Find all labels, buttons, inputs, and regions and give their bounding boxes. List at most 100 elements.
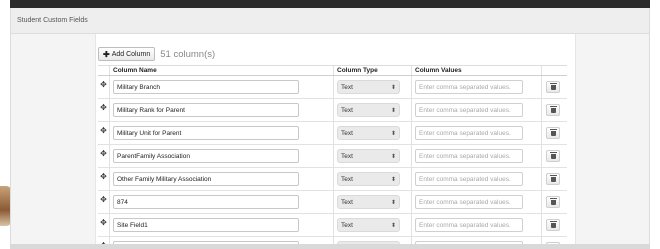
values-cell (412, 122, 542, 144)
type-cell: Text ⬍ (334, 122, 412, 144)
table-row: ✥ Text ⬍ (98, 145, 567, 168)
add-column-button[interactable]: ✚ Add Column (98, 47, 156, 61)
move-icon[interactable]: ✥ (98, 191, 110, 213)
header-column-values: Column Values (412, 66, 542, 75)
column-values-input[interactable] (415, 149, 523, 163)
column-name-input[interactable] (113, 195, 299, 209)
column-type-select[interactable]: Text ⬍ (337, 80, 400, 94)
type-cell: Text ⬍ (334, 99, 412, 121)
column-values-input[interactable] (415, 103, 523, 117)
column-name-input[interactable] (113, 149, 299, 163)
table-row: ✥ Text ⬍ (98, 191, 567, 214)
column-values-input[interactable] (415, 218, 523, 232)
delete-column-button[interactable] (546, 81, 560, 93)
column-name-input[interactable] (113, 103, 299, 117)
actions-cell (542, 122, 567, 144)
delete-column-button[interactable] (546, 127, 560, 139)
updown-caret-icon: ⬍ (390, 107, 396, 114)
column-type-select[interactable]: Text ⬍ (337, 149, 400, 163)
values-cell (412, 237, 542, 244)
table-row: ✥ Text ⬍ (98, 76, 567, 99)
type-cell: ⬍ (334, 237, 412, 244)
actions-cell (542, 214, 567, 236)
type-cell: Text ⬍ (334, 168, 412, 190)
columns-panel: ✚ Add Column 51 column(s) Column Name Co… (95, 34, 576, 244)
column-name-input[interactable] (113, 218, 299, 232)
trash-icon (549, 220, 557, 228)
move-icon[interactable]: ✥ (98, 168, 110, 190)
column-values-input[interactable] (415, 126, 523, 140)
type-cell: Text ⬍ (334, 145, 412, 167)
updown-caret-icon: ⬍ (390, 130, 396, 137)
name-cell (110, 191, 334, 213)
actions-cell (542, 99, 567, 121)
table-row: ✥ Text ⬍ (98, 214, 567, 237)
trash-icon (549, 128, 557, 136)
move-icon[interactable]: ✥ (98, 99, 110, 121)
plus-icon: ✚ (103, 49, 110, 59)
values-cell (412, 145, 542, 167)
table-row: ✥ Text ⬍ (98, 168, 567, 191)
actions-cell (542, 76, 567, 98)
table-row: ✥ Text ⬍ (98, 99, 567, 122)
type-cell: Text ⬍ (334, 76, 412, 98)
name-cell (110, 168, 334, 190)
updown-caret-icon: ⬍ (390, 222, 396, 229)
column-count: 51 column(s) (160, 48, 216, 60)
column-type-select[interactable]: Text ⬍ (337, 218, 400, 232)
column-values-input[interactable] (415, 80, 523, 94)
name-cell (110, 237, 334, 244)
move-icon[interactable]: ✥ (98, 145, 110, 167)
delete-column-button[interactable] (546, 150, 560, 162)
column-name-input[interactable] (113, 172, 299, 186)
type-cell: Text ⬍ (334, 191, 412, 213)
trash-icon (549, 174, 557, 182)
window-bottom-edge (10, 244, 650, 249)
header-actions (542, 66, 567, 75)
top-bar (10, 0, 650, 8)
move-icon[interactable]: ✥ (98, 122, 110, 144)
window-title: Student Custom Fields (11, 8, 649, 34)
table-row: ✥ Text ⬍ (98, 122, 567, 145)
column-name-input[interactable] (113, 80, 299, 94)
values-cell (412, 214, 542, 236)
move-icon[interactable]: ✥ (98, 76, 110, 98)
header-column-type: Column Type (334, 66, 412, 75)
column-type-value: Text (341, 83, 353, 91)
column-values-input[interactable] (415, 172, 523, 186)
trash-icon (549, 151, 557, 159)
column-type-value: Text (341, 152, 353, 160)
updown-caret-icon: ⬍ (390, 199, 396, 206)
column-type-select[interactable]: Text ⬍ (337, 126, 400, 140)
delete-column-button[interactable] (546, 104, 560, 116)
trash-icon (549, 197, 557, 205)
delete-column-button[interactable] (546, 219, 560, 231)
actions-cell (542, 145, 567, 167)
table-header: Column Name Column Type Column Values (98, 66, 567, 76)
header-drag (98, 66, 110, 75)
column-values-input[interactable] (415, 195, 523, 209)
move-icon[interactable]: ✥ (98, 237, 110, 244)
column-type-select[interactable]: Text ⬍ (337, 172, 400, 186)
header-column-name: Column Name (110, 66, 334, 75)
move-icon[interactable]: ✥ (98, 214, 110, 236)
name-cell (110, 122, 334, 144)
column-type-select[interactable]: Text ⬍ (337, 195, 400, 209)
delete-column-button[interactable] (546, 173, 560, 185)
custom-fields-window: Student Custom Fields ✚ Add Column 51 co… (10, 8, 650, 244)
columns-table: Column Name Column Type Column Values ✥ T… (98, 65, 567, 244)
column-type-value: Text (341, 198, 353, 206)
delete-column-button[interactable] (546, 196, 560, 208)
column-type-select[interactable]: Text ⬍ (337, 103, 400, 117)
column-type-value: Text (341, 221, 353, 229)
table-body: ✥ Text ⬍ ✥ Text ⬍ ✥ Text ⬍ ✥ Text ⬍ ✥ Text ⬍ ✥ Text ⬍ ✥ Tex… (98, 76, 567, 244)
add-column-label: Add Column (111, 50, 151, 58)
column-name-input[interactable] (113, 126, 299, 140)
name-cell (110, 99, 334, 121)
actions-cell (542, 237, 567, 244)
column-type-value: Text (341, 129, 353, 137)
values-cell (412, 76, 542, 98)
updown-caret-icon: ⬍ (390, 84, 396, 91)
type-cell: Text ⬍ (334, 214, 412, 236)
updown-caret-icon: ⬍ (390, 176, 396, 183)
